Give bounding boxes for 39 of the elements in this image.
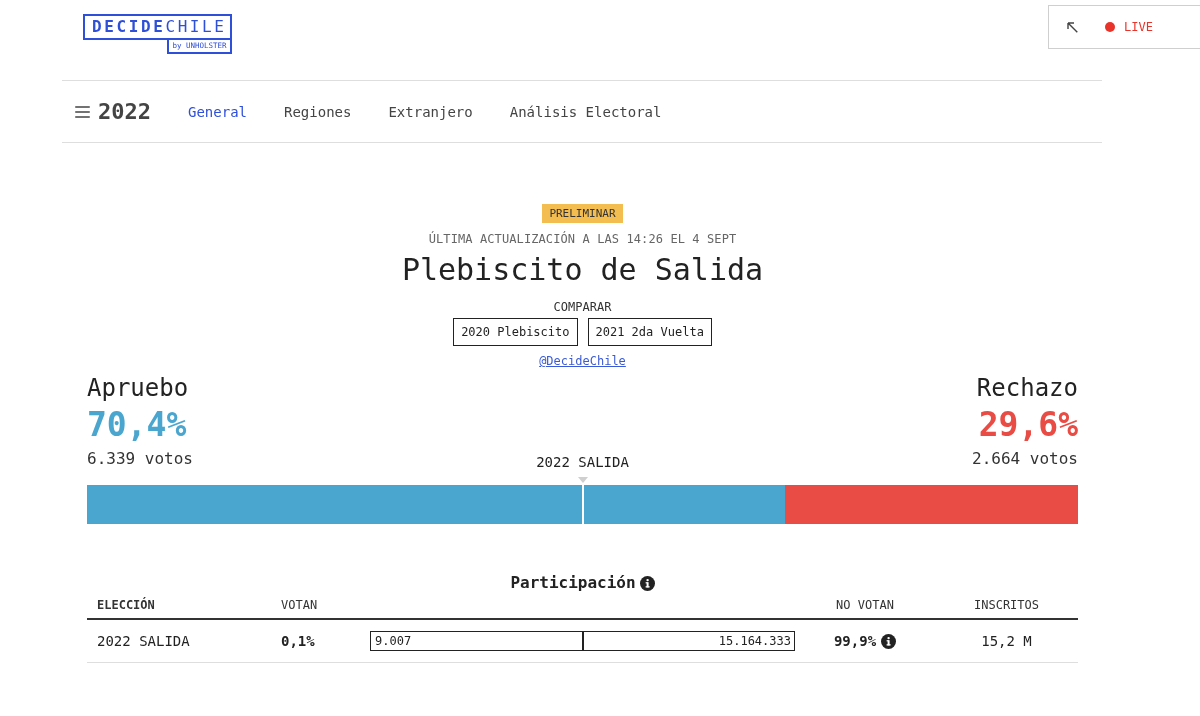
update-time: ÚLTIMA ACTUALIZACIÓN A LAS 14:26 EL 4 SEPT (428, 232, 737, 246)
live-dot-icon (1105, 22, 1115, 32)
option-votes: 6.339 votos (87, 449, 193, 469)
arrow-icon[interactable] (1067, 21, 1078, 33)
page-title: Plebiscito de Salida (401, 252, 764, 288)
live-label: LIVE (1124, 20, 1153, 34)
compare-label: COMPARAR (553, 300, 612, 314)
info-icon[interactable] (881, 633, 897, 649)
option-votes: 2.664 votos (972, 449, 1078, 469)
option-name: Rechazo (976, 374, 1078, 402)
option-percent: 29,6% (978, 407, 1078, 443)
status-badge: PRELIMINAR (542, 204, 623, 223)
voters-count: 9.007 (375, 634, 412, 648)
compare-button[interactable]: 2020 Plebiscito (453, 318, 578, 346)
compare-button[interactable]: 2021 2da Vuelta (587, 318, 712, 346)
midpoint-line (581, 485, 584, 524)
nav-tab[interactable]: Análisis Electoral (509, 99, 662, 124)
menu-icon[interactable] (75, 105, 90, 118)
section-title: Participación (510, 573, 636, 593)
social-link[interactable]: @DecideChile (539, 354, 626, 368)
table-cell-text: 0,1% (281, 632, 316, 650)
column-header: INSCRITOS (973, 598, 1040, 613)
table-cell-text: 2022 SALIDA (96, 632, 191, 650)
option-percent: 70,4% (87, 407, 187, 443)
column-header: ELECCIÓN (96, 598, 156, 613)
year-title[interactable]: 2022 (98, 98, 151, 125)
option-name: Apruebo (87, 374, 189, 402)
non-voters-count: 15.164.333 (718, 634, 791, 648)
election-label: 2022 SALIDA (536, 453, 629, 471)
nav-tab[interactable]: General (188, 99, 247, 124)
column-header: NO VOTAN (835, 598, 895, 613)
midpoint-marker-icon (577, 477, 588, 483)
nav-tab[interactable]: Extranjero (388, 99, 473, 124)
logo-wordmark[interactable]: DECIDECHILE (83, 14, 232, 40)
table-cell: 99,9% (833, 632, 877, 650)
info-icon[interactable] (639, 575, 655, 591)
table-cell-text: 15,2 M (980, 632, 1033, 650)
column-header: VOTAN (281, 598, 319, 613)
nav-tab[interactable]: Regiones (284, 99, 352, 124)
